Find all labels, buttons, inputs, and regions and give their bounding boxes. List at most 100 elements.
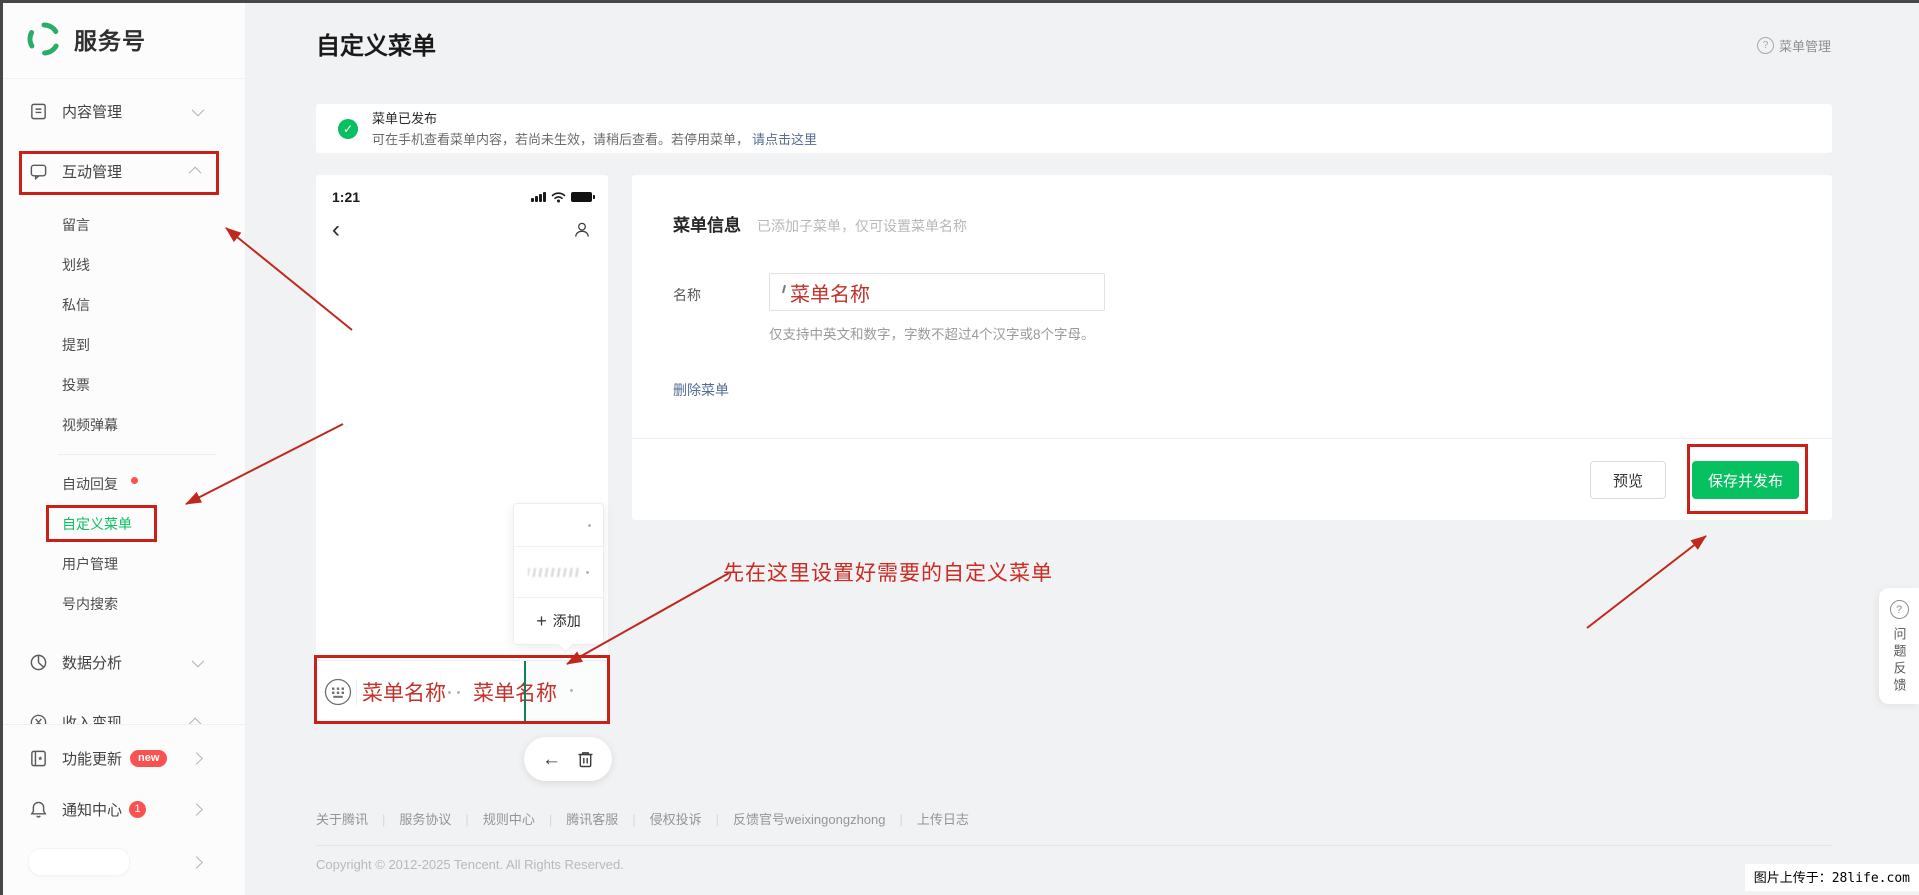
sidebar-item-underline[interactable]: 划线 bbox=[0, 245, 245, 285]
chevron-up-icon bbox=[188, 166, 202, 179]
sidebar-item-account[interactable] bbox=[0, 838, 245, 886]
page-title: 自定义菜单 bbox=[316, 33, 436, 60]
sidebar-item-monetization[interactable]: 收入变现 bbox=[0, 698, 245, 725]
obscured-label bbox=[528, 567, 580, 577]
blur-dot bbox=[588, 523, 591, 527]
sidebar-item-interaction-management[interactable]: 互动管理 bbox=[0, 147, 245, 195]
page-footer: 关于腾讯 | 服务协议 | 规则中心 | 腾讯客服 | 侵权投诉 | 反馈官号weixin… bbox=[316, 812, 1832, 872]
sidebar-item-video-danmu[interactable]: 视频弹幕 bbox=[0, 405, 245, 445]
sidebar-item-label: 留言 bbox=[62, 217, 90, 233]
sidebar-item-data-analysis[interactable]: 数据分析 bbox=[0, 638, 245, 686]
sidebar-item-user-management[interactable]: 用户管理 bbox=[0, 544, 245, 584]
phone-nav-bar: ‹ bbox=[316, 215, 608, 245]
keyboard-toggle-icon[interactable] bbox=[324, 678, 352, 711]
feedback-label: 问题反馈 bbox=[1891, 627, 1907, 695]
sidebar-item-label: 自定义菜单 bbox=[62, 516, 132, 532]
footer-separator: | bbox=[632, 812, 636, 827]
blur-dot bbox=[570, 689, 573, 692]
submenu-item-blank[interactable] bbox=[514, 504, 603, 546]
section-description: 已添加子菜单，仅可设置菜单名称 bbox=[757, 218, 967, 234]
profile-person-icon[interactable] bbox=[572, 220, 592, 240]
banner-body: 可在手机查看菜单内容，若尚未生效，请稍后查看。若停用菜单， 请点击这里 bbox=[372, 129, 817, 150]
menu-info-card: 菜单信息 已添加子菜单，仅可设置菜单名称 名称 菜单名称 仅支持中英文和数字，字… bbox=[632, 175, 1832, 520]
publish-status-banner: ✓ 菜单已发布 可在手机查看菜单内容，若尚未生效，请稍后查看。若停用菜单， 请点击… bbox=[316, 104, 1832, 153]
sidebar-item-label: 通知中心 bbox=[62, 801, 123, 819]
submenu-popup: + 添加 bbox=[513, 503, 604, 653]
footer-link[interactable]: 反馈官号weixingongzhong bbox=[733, 812, 885, 828]
footer-link[interactable]: 侵权投诉 bbox=[650, 812, 702, 828]
notification-count-badge: 1 bbox=[129, 800, 147, 818]
sidebar-item-auto-reply[interactable]: 自动回复 bbox=[0, 464, 245, 504]
add-label: 添加 bbox=[552, 613, 581, 629]
sidebar-item-label: 视频弹幕 bbox=[62, 417, 118, 433]
sidebar-item-mentions[interactable]: 提到 bbox=[0, 325, 245, 365]
app-window: 服务号 内容管理 互动管理 留言 划线 私信 提到 投票 视频弹幕 自动回复 自… bbox=[0, 0, 1919, 895]
delete-menu-link[interactable]: 删除菜单 bbox=[673, 380, 729, 400]
footer-separator: | bbox=[548, 812, 553, 827]
phone-time: 1:21 bbox=[332, 189, 361, 205]
battery-icon bbox=[571, 192, 595, 202]
selected-slot-divider bbox=[524, 661, 526, 722]
add-submenu-button[interactable]: + 添加 bbox=[514, 598, 603, 644]
footer-divider bbox=[316, 845, 1832, 846]
chat-bubble-icon bbox=[28, 161, 48, 181]
sidebar-item-label: 自动回复 bbox=[62, 476, 118, 492]
sidebar-item-votes[interactable]: 投票 bbox=[0, 365, 245, 405]
brand-name: 服务号 bbox=[74, 28, 146, 54]
footer-link[interactable]: 规则中心 bbox=[483, 812, 535, 828]
name-field-label: 名称 bbox=[673, 287, 701, 303]
window-edge-left bbox=[0, 0, 3, 895]
chevron-down-icon bbox=[191, 103, 205, 116]
document-icon bbox=[28, 101, 48, 121]
sidebar-item-custom-menu[interactable]: 自定义菜单 bbox=[0, 504, 245, 544]
disable-menu-link[interactable]: 请点击这里 bbox=[752, 132, 817, 147]
name-field-hint: 仅支持中英文和数字，字数不超过4个汉字或8个字母。 bbox=[769, 327, 1095, 342]
menu-name-2[interactable]: 菜单名称 bbox=[473, 677, 557, 707]
chevron-up-icon bbox=[188, 717, 202, 724]
plus-icon: + bbox=[536, 611, 547, 631]
save-publish-button[interactable]: 保存并发布 bbox=[1692, 461, 1799, 499]
footer-separator: | bbox=[899, 812, 903, 827]
brand: 服务号 bbox=[0, 0, 245, 79]
sidebar-item-private-message[interactable]: 私信 bbox=[0, 285, 245, 325]
sidebar-item-content-management[interactable]: 内容管理 bbox=[0, 87, 245, 135]
blur-dots bbox=[448, 691, 460, 694]
sidebar-divider bbox=[58, 454, 217, 455]
move-left-icon[interactable]: ← bbox=[542, 750, 561, 769]
footer-separator: | bbox=[382, 812, 386, 827]
book-star-icon bbox=[28, 748, 48, 768]
sidebar-item-notification-center[interactable]: 通知中心 1 bbox=[0, 785, 245, 833]
footer-link[interactable]: 关于腾讯 bbox=[316, 812, 368, 828]
trash-icon[interactable] bbox=[577, 750, 594, 769]
sidebar-item-account-search[interactable]: 号内搜索 bbox=[0, 584, 245, 624]
menu-name-value: 菜单名称 bbox=[790, 281, 870, 306]
pie-chart-icon bbox=[28, 652, 48, 672]
yen-circle-icon bbox=[28, 712, 48, 724]
sidebar-item-label: 收入变现 bbox=[62, 714, 123, 725]
preview-button[interactable]: 预览 bbox=[1590, 461, 1666, 499]
menu-name-input[interactable]: 菜单名称 bbox=[769, 273, 1105, 311]
footer-link[interactable]: 腾讯客服 bbox=[566, 812, 618, 828]
footer-link[interactable]: 服务协议 bbox=[399, 812, 451, 828]
sidebar-nav: 内容管理 互动管理 留言 划线 私信 提到 投票 视频弹幕 自动回复 自定义菜单… bbox=[0, 79, 245, 886]
sidebar-item-comments[interactable]: 留言 bbox=[0, 205, 245, 245]
sidebar-item-label: 功能更新 bbox=[62, 750, 123, 768]
sidebar-item-feature-updates[interactable]: 功能更新 new bbox=[0, 734, 245, 782]
card-divider bbox=[632, 438, 1832, 439]
submenu-item-obscured[interactable] bbox=[514, 546, 603, 598]
feedback-tab[interactable]: ? 问题反馈 bbox=[1879, 588, 1919, 704]
sidebar-item-label: 划线 bbox=[62, 257, 90, 273]
help-label: 菜单管理 bbox=[1779, 39, 1832, 54]
back-chevron-icon[interactable]: ‹ bbox=[332, 217, 340, 243]
question-icon: ? bbox=[1889, 600, 1909, 619]
footer-link[interactable]: 上传日志 bbox=[917, 812, 969, 828]
sidebar-item-label: 内容管理 bbox=[62, 103, 123, 121]
chevron-right-icon bbox=[190, 751, 203, 765]
redacted-account-name bbox=[28, 848, 130, 876]
menu-name-1[interactable]: 菜单名称 bbox=[362, 677, 446, 707]
wifi-icon bbox=[551, 192, 566, 203]
menu-management-help-link[interactable]: ? 菜单管理 bbox=[1757, 36, 1831, 55]
section-title: 菜单信息 bbox=[673, 216, 741, 235]
banner-title: 菜单已发布 bbox=[372, 110, 438, 126]
help-question-icon: ? bbox=[1757, 37, 1774, 54]
